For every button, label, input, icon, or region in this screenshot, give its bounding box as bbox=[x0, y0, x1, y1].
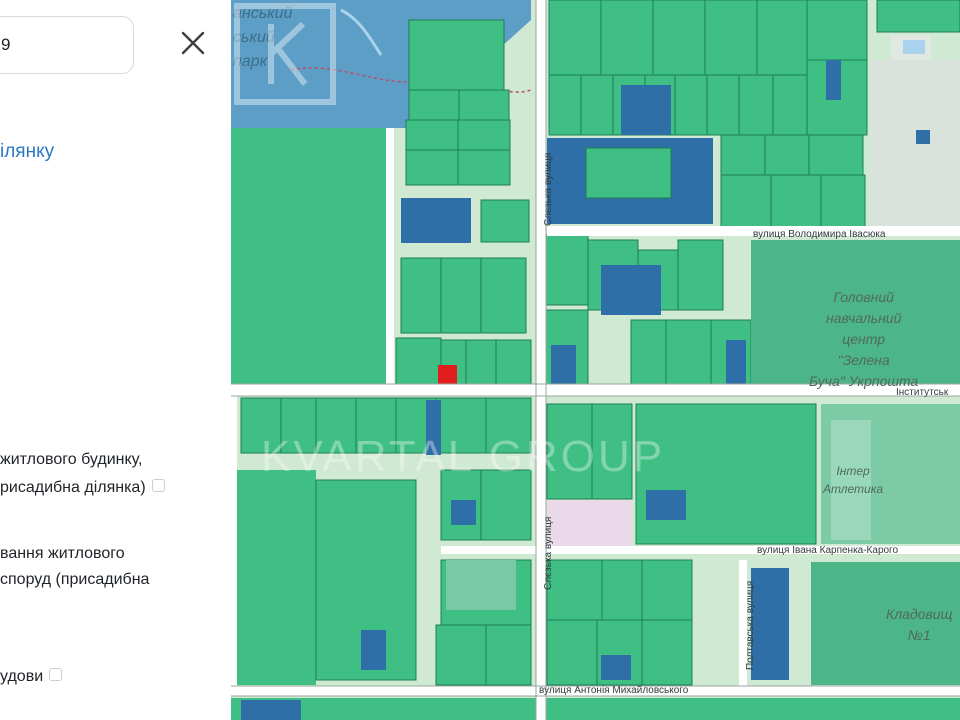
copy-icon[interactable] bbox=[49, 668, 63, 682]
close-button[interactable] bbox=[178, 28, 208, 58]
category-line-2: споруд (присадибна bbox=[0, 571, 150, 588]
purpose-line-2: рисадибна ділянка) bbox=[0, 475, 165, 501]
parcel bbox=[231, 128, 386, 384]
street-label-sleszka-bottom: Слєзька вулиця bbox=[543, 516, 554, 590]
poi-label-inter-atletika: Інтер Атлетика bbox=[823, 464, 884, 496]
usage-line: удови bbox=[0, 664, 63, 690]
street-label-sleszka-top: Слєзька вулиця bbox=[543, 152, 554, 226]
street-label-mykhailovskoho: вулиця Антонія Михайловського bbox=[539, 685, 689, 696]
street-label-poltavska: Полтавська вулиця bbox=[745, 580, 756, 670]
map-view[interactable]: вулиця Володимира Івасюка Інститутськ ву… bbox=[231, 0, 960, 720]
street-label-ivasiuka: вулиця Володимира Івасюка bbox=[753, 229, 886, 240]
purpose-line-1: житлового будинку, bbox=[0, 451, 143, 468]
poi-label-training-center: Головний навчальний центр "Зелена Буча" … bbox=[809, 289, 919, 389]
street-label-karpenka: вулиця Івана Карпенка-Карого bbox=[757, 545, 899, 556]
watermark-text: KVARTAL GROUP bbox=[261, 432, 666, 481]
watermark-logo-icon bbox=[234, 3, 336, 105]
search-input[interactable] bbox=[1, 35, 121, 55]
poi-label-cemetery: Кладовищ №1 bbox=[886, 606, 953, 643]
side-panel: ілянку житлового будинку, рисадибна діля… bbox=[0, 0, 231, 720]
close-icon bbox=[181, 31, 205, 55]
copy-icon[interactable] bbox=[151, 479, 165, 493]
search-box[interactable] bbox=[0, 16, 134, 74]
parcel-link[interactable]: ілянку bbox=[0, 141, 54, 163]
category-line-1: вання житлового bbox=[0, 545, 125, 562]
parcel bbox=[231, 470, 316, 685]
